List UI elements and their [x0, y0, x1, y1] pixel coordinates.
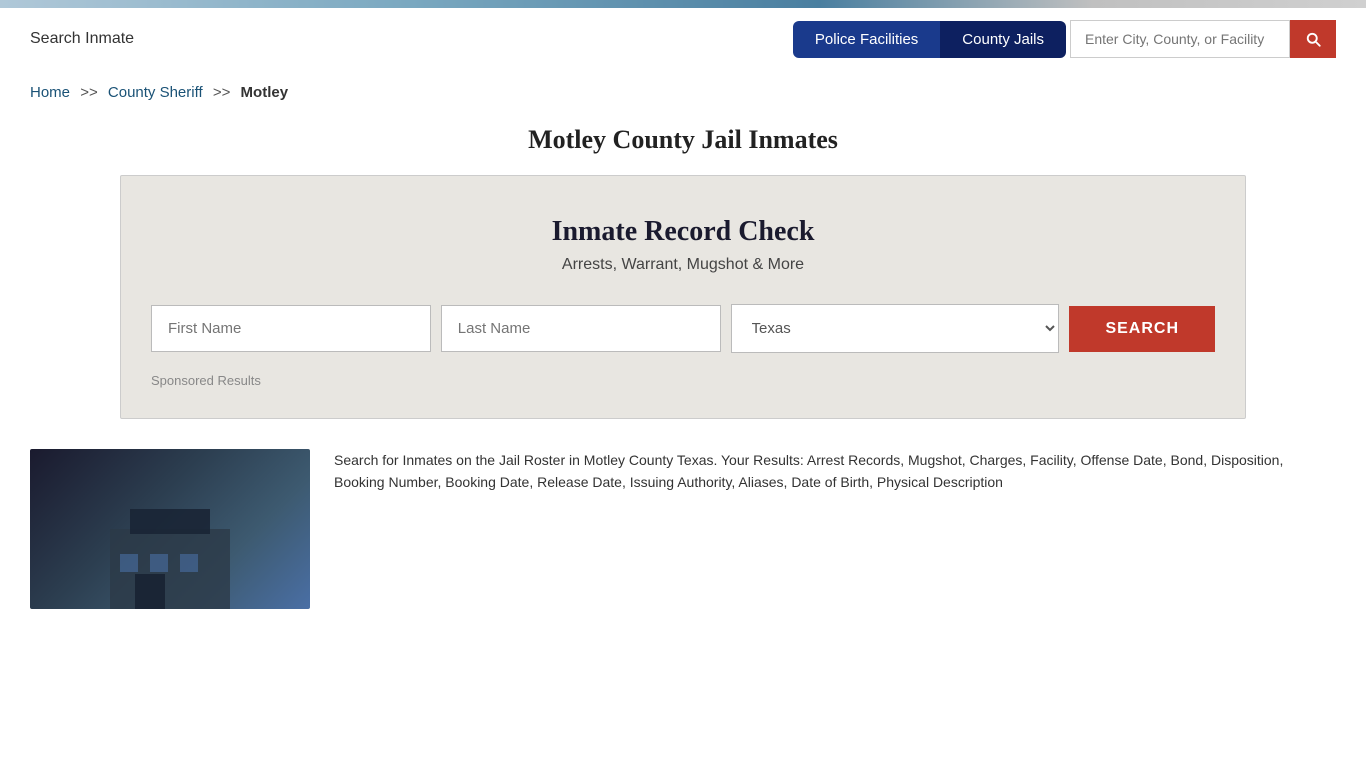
- breadcrumb-home-link[interactable]: Home: [30, 84, 70, 101]
- first-name-input[interactable]: [151, 305, 431, 352]
- bottom-description: Search for Inmates on the Jail Roster in…: [334, 449, 1336, 609]
- nav-area: Search Inmate Police Facilities County J…: [0, 8, 1366, 70]
- breadcrumb-current: Motley: [241, 84, 289, 101]
- breadcrumb: Home >> County Sheriff >> Motley: [0, 70, 1366, 115]
- record-search-button[interactable]: SEARCH: [1069, 306, 1215, 352]
- record-check-subtitle: Arrests, Warrant, Mugshot & More: [151, 256, 1215, 274]
- header-banner: [0, 0, 1366, 8]
- county-jails-button[interactable]: County Jails: [940, 21, 1066, 58]
- page-title: Motley County Jail Inmates: [0, 115, 1366, 175]
- nav-buttons: Police Facilities County Jails: [793, 20, 1336, 58]
- building-silhouette-icon: [80, 499, 260, 609]
- record-check-box: Inmate Record Check Arrests, Warrant, Mu…: [120, 175, 1246, 419]
- search-icon: [1304, 30, 1322, 48]
- last-name-input[interactable]: [441, 305, 721, 352]
- breadcrumb-county-sheriff-link[interactable]: County Sheriff: [108, 84, 203, 101]
- facility-search-button[interactable]: [1290, 20, 1336, 58]
- police-facilities-button[interactable]: Police Facilities: [793, 21, 940, 58]
- state-select[interactable]: AlabamaAlaskaArizonaArkansasCaliforniaCo…: [731, 304, 1060, 353]
- search-form-row: AlabamaAlaskaArizonaArkansasCaliforniaCo…: [151, 304, 1215, 353]
- search-inmate-label: Search Inmate: [30, 30, 134, 48]
- jail-image: [30, 449, 310, 609]
- breadcrumb-sep-1: >>: [80, 84, 98, 101]
- facility-search-wrap: [1070, 20, 1336, 58]
- sponsored-label: Sponsored Results: [151, 373, 1215, 388]
- bottom-section: Search for Inmates on the Jail Roster in…: [0, 449, 1366, 639]
- record-check-title: Inmate Record Check: [151, 216, 1215, 248]
- facility-search-input[interactable]: [1070, 20, 1290, 58]
- breadcrumb-sep-2: >>: [213, 84, 231, 101]
